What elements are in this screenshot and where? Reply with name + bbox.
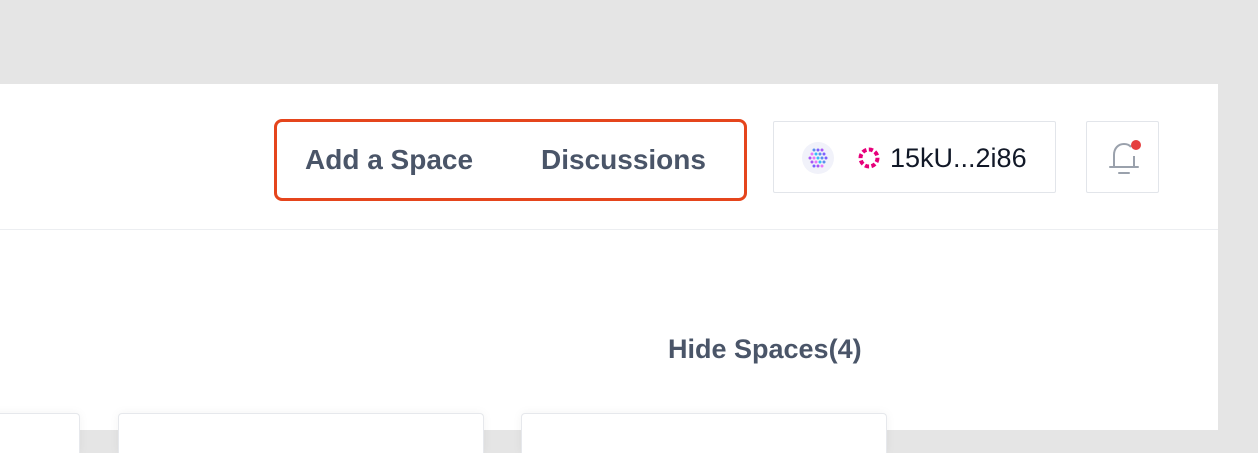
space-card[interactable] <box>118 413 484 453</box>
page-container: Add a Space Discussions 15kU...2i86 Hide… <box>0 84 1218 453</box>
multicolor-dots-logo-icon <box>802 142 834 174</box>
space-card[interactable] <box>521 413 887 453</box>
space-card[interactable] <box>0 413 80 453</box>
bell-icon <box>1109 140 1141 174</box>
add-space-link[interactable]: Add a Space <box>305 142 473 178</box>
notifications-button[interactable] <box>1086 121 1159 193</box>
unread-badge <box>1131 140 1141 150</box>
polkadot-ring-icon <box>858 147 880 169</box>
account-address: 15kU...2i86 <box>890 143 1027 173</box>
account-button[interactable]: 15kU...2i86 <box>773 121 1056 193</box>
hide-spaces-toggle[interactable]: Hide Spaces(4) <box>668 332 862 366</box>
top-header: Add a Space Discussions 15kU...2i86 <box>0 84 1218 230</box>
discussions-link[interactable]: Discussions <box>541 142 706 178</box>
